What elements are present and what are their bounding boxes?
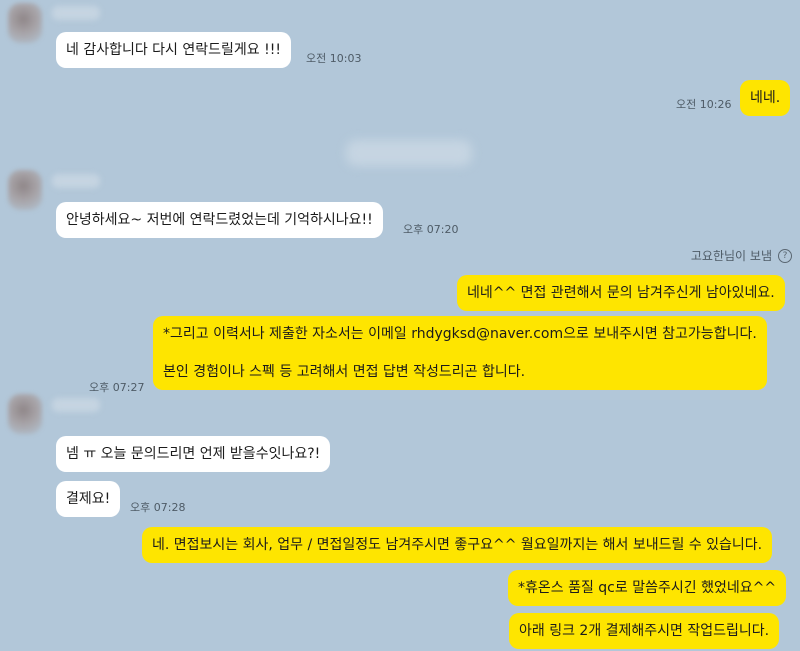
message-bubble[interactable]: 네. 면접보시는 회사, 업무 / 면접일정도 남겨주시면 좋구요^^ 월요일까… — [142, 527, 773, 563]
message-bubble[interactable]: *휴온스 품질 qc로 말씀주시긴 했었네요^^ — [508, 570, 787, 606]
message-bubble[interactable]: 네네. — [740, 80, 791, 116]
message-timestamp: 오전 10:03 — [306, 52, 362, 65]
message-timestamp: 오후 07:28 — [130, 501, 186, 514]
message-bubble[interactable]: 네네^^ 면접 관련해서 문의 남겨주신게 남아있네요. — [457, 275, 785, 311]
message-text: 넴 ㅠ 오늘 문의드리면 언제 받을수잇나요?! — [66, 446, 321, 462]
message-paragraph: *그리고 이력서나 제출한 자소서는 이메일 rhdygksd@naver.co… — [163, 326, 757, 342]
message-bubble[interactable]: 네 감사합니다 다시 연락드릴게요 !!! — [56, 32, 291, 68]
message-text: 결제요! — [66, 491, 111, 507]
message-text: 네 감사합니다 다시 연락드릴게요 !!! — [66, 42, 281, 58]
help-circle-icon[interactable]: ? — [778, 248, 792, 263]
message-text: 아래 링크 2개 결제해주시면 작업드립니다. — [519, 623, 770, 639]
avatar[interactable] — [8, 170, 42, 210]
message-paragraph: 본인 경험이나 스펙 등 고려해서 면접 답변 작성드리곤 합니다. — [163, 364, 526, 380]
message-text: 네네. — [750, 90, 781, 106]
message-bubble[interactable]: 안녕하세요~ 저번에 연락드렸었는데 기억하시나요!! — [56, 202, 383, 238]
sender-name — [52, 6, 100, 20]
avatar[interactable] — [8, 394, 42, 434]
message-text: 네. 면접보시는 회사, 업무 / 면접일정도 남겨주시면 좋구요^^ 월요일까… — [152, 537, 763, 553]
message-timestamp: 오후 07:20 — [403, 223, 459, 236]
message-text: 안녕하세요~ 저번에 연락드렸었는데 기억하시나요!! — [66, 212, 373, 228]
message-text: *휴온스 품질 qc로 말씀주시긴 했었네요^^ — [518, 580, 777, 596]
message-timestamp: 오후 07:27 — [89, 381, 145, 394]
message-bubble[interactable]: 아래 링크 2개 결제해주시면 작업드립니다. — [509, 613, 780, 649]
sender-name — [52, 398, 100, 412]
message-bubble[interactable]: 결제요! — [56, 481, 121, 517]
message-timestamp: 오전 10:26 — [676, 98, 732, 111]
message-text: 네네^^ 면접 관련해서 문의 남겨주신게 남아있네요. — [467, 285, 775, 301]
date-divider — [346, 140, 472, 166]
message-bubble[interactable]: *그리고 이력서나 제출한 자소서는 이메일 rhdygksd@naver.co… — [153, 316, 767, 390]
message-bubble[interactable]: 넴 ㅠ 오늘 문의드리면 언제 받을수잇나요?! — [56, 436, 331, 472]
avatar[interactable] — [8, 3, 42, 43]
sent-by-label: 고요한님이 보냄 — [690, 249, 772, 263]
sent-by-note: 고요한님이 보냄 ? — [691, 247, 792, 264]
sender-name — [52, 174, 100, 188]
